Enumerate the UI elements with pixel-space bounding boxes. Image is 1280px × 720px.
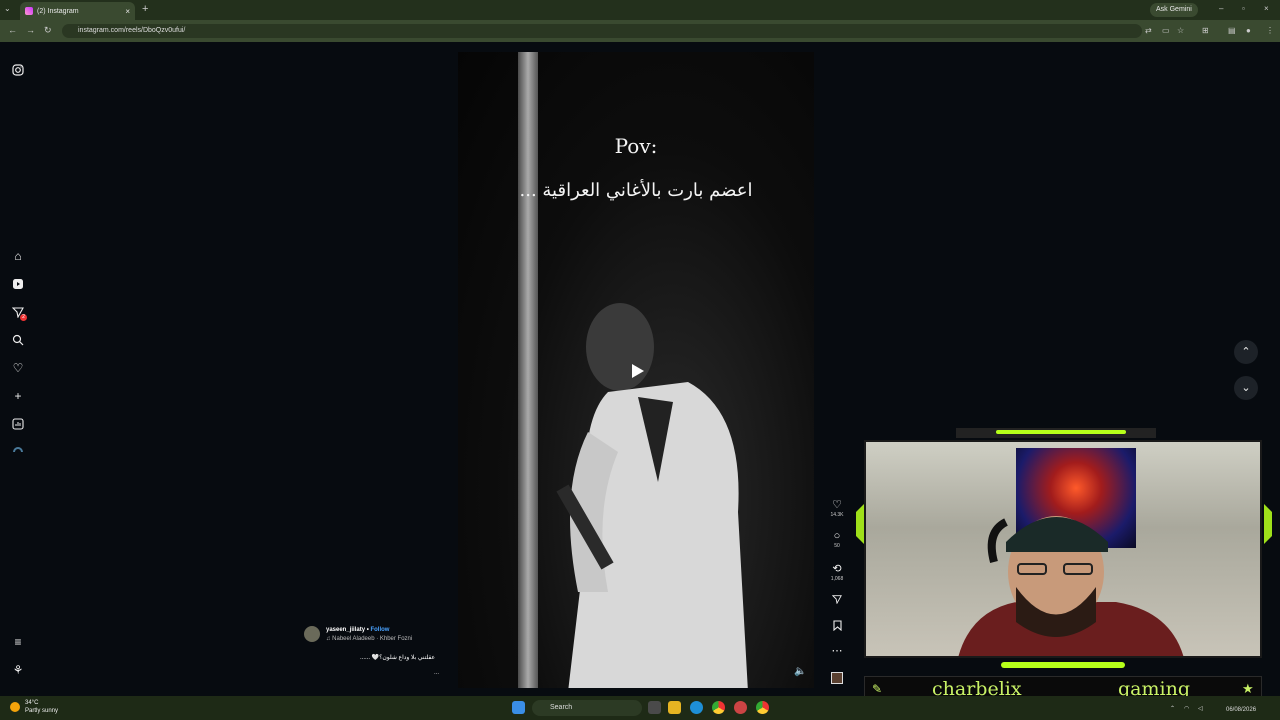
webcam-right-accent xyxy=(1264,504,1272,544)
taskbar-search[interactable]: Search xyxy=(532,700,642,716)
profile-avatar-icon[interactable] xyxy=(10,442,26,458)
star-icon: ★ xyxy=(1242,681,1254,696)
previous-reel-button[interactable]: ⌃ xyxy=(1234,340,1258,364)
volume-tray-icon[interactable]: ◁ xyxy=(1198,705,1203,712)
pencil-icon: ✎ xyxy=(872,682,883,696)
close-tab-icon[interactable]: × xyxy=(125,7,130,16)
home-icon[interactable]: ⌂ xyxy=(10,248,26,264)
menu-icon[interactable]: ⋮ xyxy=(1266,26,1274,35)
chrome-profile-icon[interactable] xyxy=(756,701,769,714)
extensions-icon[interactable]: ⊞ xyxy=(1202,26,1209,35)
taskbar-search-label: Search xyxy=(550,704,573,711)
repost-button[interactable]: ⟲ 1,068 xyxy=(828,562,846,582)
cast-icon[interactable]: ▭ xyxy=(1162,26,1170,35)
temperature: 34°C xyxy=(25,700,39,706)
reload-icon[interactable]: ↻ xyxy=(44,25,52,36)
caption-more-button[interactable]: ... xyxy=(434,670,439,676)
audio-track-label: Nabeel Aladeeb · Khber Fozni xyxy=(332,636,413,642)
wifi-icon[interactable]: ◠ xyxy=(1184,705,1189,712)
webcam-left-accent xyxy=(856,504,864,544)
taskbar-date[interactable]: 06/08/2026 xyxy=(1226,707,1256,713)
weather-text: Partly sunny xyxy=(25,708,59,714)
tab-search-icon[interactable]: ⌄ xyxy=(4,4,11,13)
caption-user-line: yaseen_jiilaty • Follow xyxy=(326,627,390,633)
username[interactable]: yaseen_jiilaty xyxy=(326,627,365,633)
singer-figure-graphic xyxy=(556,303,748,688)
translate-icon[interactable]: ⇄ xyxy=(1145,26,1152,35)
instagram-logo-icon[interactable] xyxy=(10,62,26,78)
app-icon[interactable] xyxy=(734,701,747,714)
browser-tab-instagram[interactable]: (2) Instagram × xyxy=(20,2,135,20)
tray-arrow-icon[interactable]: ⌃ xyxy=(1170,705,1175,712)
back-icon[interactable]: ← xyxy=(8,25,17,35)
volume-icon[interactable]: 🔈 xyxy=(794,666,806,677)
reels-icon[interactable] xyxy=(10,276,26,292)
bookmark-star-icon[interactable]: ☆ xyxy=(1177,26,1184,35)
more-options-icon[interactable]: ⋯ xyxy=(828,644,846,657)
tab-title: (2) Instagram xyxy=(37,7,79,15)
reel-video[interactable]: Pov: اعضم بارت بالأغاني العراقية ... 🔈 xyxy=(458,52,814,688)
edge-icon[interactable] xyxy=(690,701,703,714)
audio-thumbnail[interactable] xyxy=(828,672,846,687)
like-button[interactable]: ♡ 14.3K xyxy=(828,498,846,518)
url-input[interactable]: instagram.com/reels/DboQzv0ufui/ xyxy=(62,24,1142,38)
overlay-arabic-text: اعضم بارت بالأغاني العراقية ... xyxy=(519,180,753,201)
next-reel-button[interactable]: ⌄ xyxy=(1234,376,1258,400)
save-bookmark-icon[interactable] xyxy=(828,620,846,634)
minimize-icon[interactable]: – xyxy=(1219,4,1223,13)
webcam-top-bar xyxy=(956,428,1156,438)
browser-tab-bar: ⌄ (2) Instagram × + Ask Gemini – ▫ × xyxy=(0,0,1280,20)
sidebar-icon[interactable]: ▤ xyxy=(1228,26,1236,35)
comment-button[interactable]: ○ 50 xyxy=(828,530,846,549)
threads-apps-icon[interactable]: ⚘ xyxy=(10,662,26,678)
search-icon[interactable] xyxy=(10,332,26,348)
windows-start-icon[interactable] xyxy=(512,701,525,714)
repost-count: 1,068 xyxy=(830,576,844,582)
caption-text: عقلتني بلا وداع شلون؟🤍 ...... xyxy=(360,655,436,661)
sun-icon xyxy=(10,702,20,712)
play-icon[interactable] xyxy=(628,362,646,380)
webcam-lower-accent xyxy=(1001,662,1125,668)
overlay-title: Pov: xyxy=(614,134,658,158)
chrome-icon[interactable] xyxy=(712,701,725,714)
like-count: 14.3K xyxy=(830,512,844,518)
ask-gemini-button[interactable]: Ask Gemini xyxy=(1150,3,1198,17)
webcam-overlay: ✎ charbelix gaming ★ xyxy=(856,428,1272,704)
follow-button[interactable]: Follow xyxy=(370,627,389,633)
comment-count: 50 xyxy=(834,543,840,549)
dashboard-icon[interactable] xyxy=(10,416,26,432)
task-view-icon[interactable] xyxy=(648,701,661,714)
user-avatar[interactable] xyxy=(304,626,320,642)
more-menu-icon[interactable]: ≡ xyxy=(10,634,26,650)
lime-accent-bar xyxy=(996,430,1126,434)
weather-widget[interactable]: 34°C Partly sunny xyxy=(10,699,58,715)
forward-icon[interactable]: → xyxy=(26,25,35,35)
profile-icon[interactable]: ● xyxy=(1246,26,1251,35)
new-tab-icon[interactable]: + xyxy=(142,3,148,15)
notification-badge: 2 xyxy=(20,314,27,321)
instagram-favicon-icon xyxy=(25,7,33,15)
share-icon[interactable] xyxy=(828,594,846,607)
file-explorer-icon[interactable] xyxy=(668,701,681,714)
restore-icon[interactable]: ▫ xyxy=(1242,4,1245,13)
streamer-figure-graphic xyxy=(958,516,1184,656)
close-window-icon[interactable]: × xyxy=(1264,4,1269,13)
create-plus-icon[interactable]: + xyxy=(10,388,26,404)
webcam-feed xyxy=(864,440,1262,658)
heart-icon[interactable]: ♡ xyxy=(10,360,26,376)
audio-track[interactable]: ♫ Nabeel Aladeeb · Khber Fozni xyxy=(326,636,412,642)
